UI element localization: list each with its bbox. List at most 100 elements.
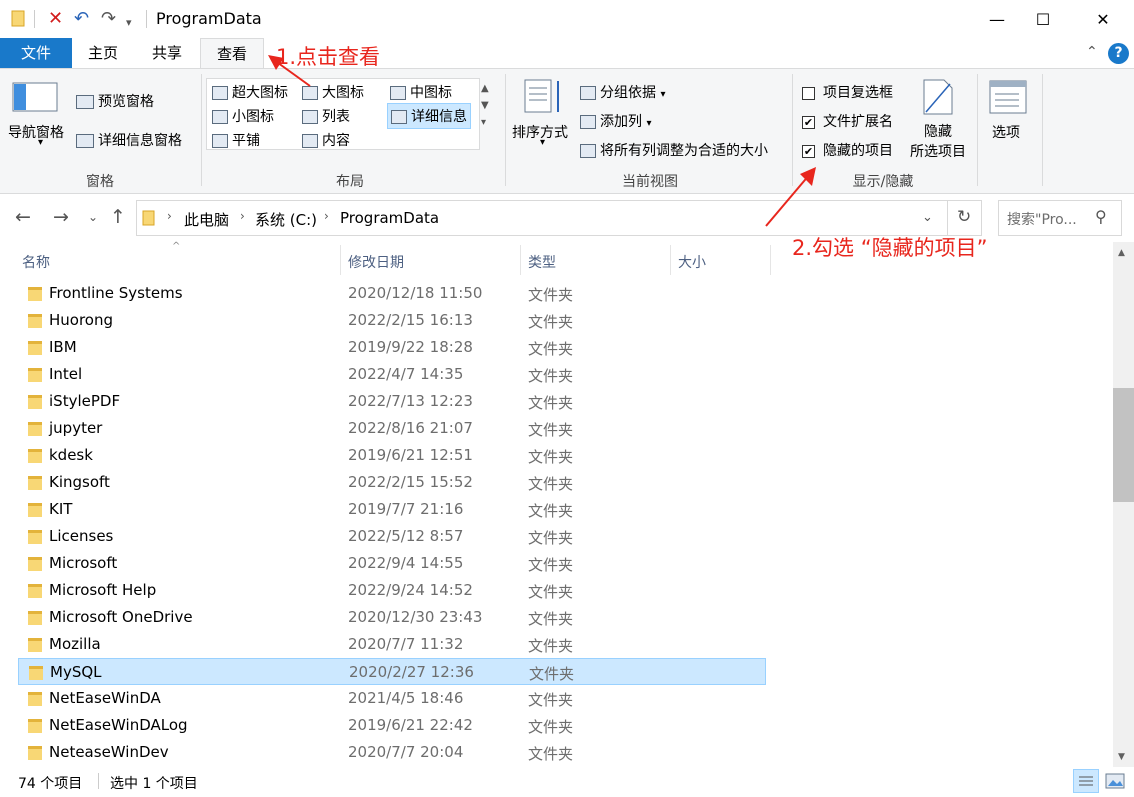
collapse-ribbon-icon[interactable]: ⌃ <box>1086 44 1098 60</box>
up-icon[interactable]: ↑ <box>110 206 126 228</box>
modified-date: 2019/6/21 12:51 <box>348 446 473 464</box>
file-name: MySQL <box>50 663 102 681</box>
chevron-right-icon: › <box>167 209 172 223</box>
tab-file[interactable]: 文件 <box>0 38 72 68</box>
folder-icon <box>142 209 156 231</box>
table-row[interactable]: Mozilla 2020/7/7 11:32 文件夹 <box>18 631 766 658</box>
layout-tiles[interactable]: 平铺 <box>212 130 260 150</box>
tiles-icon <box>212 134 228 148</box>
scroll-up-icon[interactable]: ▲ <box>1118 248 1125 258</box>
file-name: jupyter <box>49 419 103 437</box>
details-pane-button[interactable]: 详细信息窗格 <box>76 130 182 150</box>
table-row[interactable]: jupyter 2022/8/16 21:07 文件夹 <box>18 415 766 442</box>
file-type: 文件夹 <box>528 637 574 655</box>
preview-pane-button[interactable]: 预览窗格 <box>76 91 154 111</box>
table-row[interactable]: IBM 2019/9/22 18:28 文件夹 <box>18 334 766 361</box>
modified-date: 2020/7/7 20:04 <box>348 743 464 761</box>
details-pane-label: 详细信息窗格 <box>98 133 182 149</box>
scroll-down-icon[interactable]: ▼ <box>1118 752 1125 762</box>
table-row[interactable]: Microsoft 2022/9/4 14:55 文件夹 <box>18 550 766 577</box>
folder-icon <box>28 557 42 571</box>
modified-date: 2019/6/21 22:42 <box>348 716 473 734</box>
file-name: NetEaseWinDALog <box>49 716 188 734</box>
column-divider[interactable] <box>670 245 671 275</box>
table-row[interactable]: Microsoft Help 2022/9/24 14:52 文件夹 <box>18 577 766 604</box>
table-row[interactable]: Microsoft OneDrive 2020/12/30 23:43 文件夹 <box>18 604 766 631</box>
table-row[interactable]: NetEaseWinDALog 2019/6/21 22:42 文件夹 <box>18 712 766 739</box>
options-button[interactable]: 选项 <box>992 122 1020 142</box>
table-row[interactable]: Frontline Systems 2020/12/18 11:50 文件夹 <box>18 280 766 307</box>
undo-icon[interactable]: ↶ <box>74 8 89 30</box>
column-divider[interactable] <box>770 245 771 275</box>
help-icon[interactable]: ? <box>1108 43 1129 64</box>
column-header-size[interactable]: 大小 <box>678 252 706 272</box>
scrollbar-thumb[interactable] <box>1113 388 1134 502</box>
delete-icon[interactable]: ✕ <box>48 8 63 30</box>
options-icon <box>989 80 1027 118</box>
file-name: Frontline Systems <box>49 284 183 302</box>
column-header-name[interactable]: 名称 <box>22 252 50 272</box>
hide-selected-button[interactable]: 隐藏 所选项目 <box>908 122 968 162</box>
forward-icon[interactable]: → <box>53 206 69 228</box>
search-input[interactable]: 搜索"Pro... ⚲ <box>998 200 1122 236</box>
file-type: 文件夹 <box>528 502 574 520</box>
preview-pane-icon <box>76 95 94 109</box>
hide-selected-label-2: 所选项目 <box>910 144 966 160</box>
close-button[interactable]: ✕ <box>1080 0 1126 38</box>
modified-date: 2020/12/30 23:43 <box>348 608 483 626</box>
file-type: 文件夹 <box>528 610 574 628</box>
table-row[interactable]: MySQL 2020/2/27 12:36 文件夹 <box>18 658 766 685</box>
group-label-show-hide: 显示/隐藏 <box>852 174 914 190</box>
tab-share[interactable]: 共享 <box>134 38 200 68</box>
file-type: 文件夹 <box>528 421 574 439</box>
modified-date: 2019/9/22 18:28 <box>348 338 473 356</box>
folder-icon <box>28 314 42 328</box>
folder-icon <box>28 287 42 301</box>
table-row[interactable]: Licenses 2022/5/12 8:57 文件夹 <box>18 523 766 550</box>
folder-icon <box>28 449 42 463</box>
redo-icon[interactable]: ↷ <box>101 8 116 30</box>
small-icons-icon <box>212 110 228 124</box>
file-name: IBM <box>49 338 77 356</box>
details-view-button[interactable] <box>1073 769 1099 793</box>
folder-icon <box>28 746 42 760</box>
table-row[interactable]: Huorong 2022/2/15 16:13 文件夹 <box>18 307 766 334</box>
recent-locations-icon[interactable]: ⌄ <box>88 210 98 224</box>
tab-view[interactable]: 查看 <box>200 38 264 69</box>
file-type: 文件夹 <box>528 718 574 736</box>
divider <box>146 10 147 28</box>
sort-ascending-icon: ^ <box>172 241 181 252</box>
maximize-button[interactable]: ☐ <box>1020 0 1066 38</box>
file-name: Intel <box>49 365 83 383</box>
column-divider[interactable] <box>340 245 341 275</box>
window-title: ProgramData <box>156 9 262 28</box>
column-divider[interactable] <box>520 245 521 275</box>
breadcrumb-this-pc[interactable]: 此电脑 <box>184 209 229 230</box>
table-row[interactable]: NetEaseWinDA 2021/4/5 18:46 文件夹 <box>18 685 766 712</box>
customize-toolbar-icon[interactable]: ▾ <box>126 12 132 34</box>
table-row[interactable]: kdesk 2019/6/21 12:51 文件夹 <box>18 442 766 469</box>
folder-icon <box>10 8 26 34</box>
table-row[interactable]: Kingsoft 2022/2/15 15:52 文件夹 <box>18 469 766 496</box>
file-name: Microsoft OneDrive <box>49 608 193 626</box>
refresh-button[interactable]: ↻ <box>948 200 982 236</box>
nav-pane-button[interactable]: 导航窗格 <box>8 122 64 142</box>
minimize-button[interactable]: — <box>974 0 1020 38</box>
folder-icon <box>28 530 42 544</box>
address-dropdown-icon[interactable]: ⌄ <box>922 210 933 225</box>
tab-home[interactable]: 主页 <box>72 38 134 68</box>
folder-icon <box>28 422 42 436</box>
folder-icon <box>28 584 42 598</box>
table-row[interactable]: NeteaseWinDev 2020/7/7 20:04 文件夹 <box>18 739 766 766</box>
file-type: 文件夹 <box>528 691 574 709</box>
table-row[interactable]: KIT 2019/7/7 21:16 文件夹 <box>18 496 766 523</box>
vertical-scrollbar[interactable] <box>1113 242 1134 767</box>
large-icons-view-button[interactable] <box>1104 771 1126 795</box>
table-row[interactable]: iStylePDF 2022/7/13 12:23 文件夹 <box>18 388 766 415</box>
column-header-type[interactable]: 类型 <box>528 252 556 272</box>
back-icon[interactable]: ← <box>15 206 31 228</box>
file-type: 文件夹 <box>528 313 574 331</box>
column-header-date[interactable]: 修改日期 <box>348 252 404 272</box>
annotation-step-2: 2.勾选 “隐藏的项目” <box>792 236 988 260</box>
table-row[interactable]: Intel 2022/4/7 14:35 文件夹 <box>18 361 766 388</box>
